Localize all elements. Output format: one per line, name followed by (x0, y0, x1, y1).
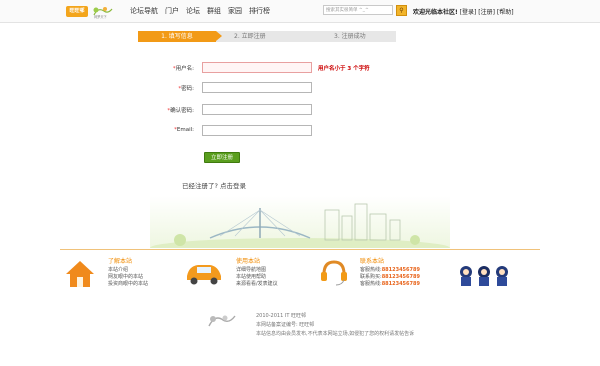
confirm-password-row: *确认密码: (0, 104, 600, 116)
password-row: *密码: (0, 82, 600, 94)
email-row: *Email: (0, 125, 600, 137)
step-fill-info: 1. 填写信息 (138, 31, 222, 42)
footer-about-link[interactable]: 投资商眼中的本站 (108, 281, 148, 288)
password-label: *密码: (178, 86, 194, 92)
footer-about-title: 了解本站 (108, 258, 133, 265)
copyright-line: 本网站备案证编号: 旺旺邨 (256, 322, 315, 328)
email-label: *Email: (174, 127, 194, 133)
nav-home[interactable]: 家园 (228, 6, 242, 16)
search-button[interactable]: ⚲ (396, 5, 407, 16)
confirm-password-label: *确认密码: (167, 108, 194, 114)
footer-contact: 联系本站 客服热线:88123456789 联系购买:88123456789 客… (360, 256, 420, 288)
main-nav: 论坛导航 门户 论坛 群组 家园 排行榜 (130, 6, 270, 16)
footer-about: 了解本站 本站介绍 网友眼中的本站 投资商眼中的本站 (108, 256, 148, 288)
nav-groups[interactable]: 群组 (207, 6, 221, 16)
register-link[interactable]: [注册] (478, 9, 495, 16)
car-icon (187, 265, 221, 285)
svg-text:网罗天下: 网罗天下 (94, 15, 108, 19)
search-icon: ⚲ (399, 7, 404, 14)
copyright-area: 2010-2011 IT 旺旺邨 本网站备案证编号: 旺旺邨 本站信息均由会员发… (0, 312, 600, 342)
page: 旺旺邨 网罗天下 论坛导航 门户 论坛 群组 家园 排行榜 搜索其实很简单 ^_… (0, 0, 600, 366)
logo-mascot-icon: 网罗天下 (93, 7, 113, 19)
footer-usage-link[interactable]: 详细导航地图 (236, 267, 278, 274)
nav-portal[interactable]: 门户 (165, 6, 179, 16)
copyright-line: 本站信息均由会员发布,不代表本网站立场,如侵犯了您的权利请发帖告诉 (256, 331, 415, 337)
username-label: *用户名: (172, 66, 194, 72)
search-input[interactable]: 搜索其实很简单 ^_^ (323, 5, 393, 15)
welcome-bar: 欢迎光临本社区! [登录] [注册] [帮助] (413, 7, 514, 16)
footer-contact-title: 联系本站 (360, 258, 385, 265)
site-logo[interactable]: 旺旺邨 (66, 6, 88, 17)
username-error-hint: 用户名小于 3 个字符 (318, 66, 370, 72)
city-bridge-illustration (150, 196, 450, 248)
nav-ranking[interactable]: 排行榜 (249, 6, 270, 16)
copyright-line: 2010-2011 IT 旺旺邨 (256, 313, 306, 319)
email-input[interactable] (202, 125, 312, 136)
register-submit-button[interactable]: 立即注册 (204, 152, 240, 163)
nav-forum[interactable]: 论坛 (186, 6, 200, 16)
footer-about-link[interactable]: 网友眼中的本站 (108, 274, 148, 281)
top-bar: 旺旺邨 网罗天下 论坛导航 门户 论坛 群组 家园 排行榜 搜索其实很简单 ^_… (0, 0, 600, 23)
step-success: 3. 注册成功 (334, 33, 366, 40)
police-mascots-icon (460, 266, 508, 286)
footer-usage-title: 使用本站 (236, 258, 261, 265)
footer-usage-link[interactable]: 来源看看/发表建议 (236, 281, 278, 288)
welcome-text: 欢迎光临本社区! (413, 9, 458, 16)
username-input[interactable] (202, 62, 312, 73)
login-link[interactable]: [登录] (460, 9, 477, 16)
footer-about-link[interactable]: 本站介绍 (108, 267, 148, 274)
footer-usage: 使用本站 详细导航地图 本站使用帮助 来源看看/发表建议 (236, 256, 278, 288)
already-registered-link[interactable]: 已经注册了? 点击登录 (182, 180, 246, 190)
password-input[interactable] (202, 82, 312, 93)
footer-usage-link[interactable]: 本站使用帮助 (236, 274, 278, 281)
footer-links: 了解本站 本站介绍 网友眼中的本站 投资商眼中的本站 使用本站 详细导航地图 本… (60, 249, 540, 302)
help-link[interactable]: [帮助] (497, 9, 514, 16)
username-row: *用户名: 用户名小于 3 个字符 (0, 62, 600, 74)
footer-contact-line: 客服热线:88123456789 (360, 267, 420, 273)
nav-forum-nav[interactable]: 论坛导航 (130, 6, 158, 16)
confirm-password-input[interactable] (202, 104, 312, 115)
headset-icon (321, 260, 347, 286)
footer-contact-line: 联系购买:88123456789 (360, 274, 420, 280)
house-icon (66, 261, 94, 287)
registration-steps: 1. 填写信息 2. 立即注册 3. 注册成功 (138, 31, 396, 42)
step-register: 2. 立即注册 (234, 33, 266, 40)
footer-logo-icon (208, 315, 236, 327)
copyright-text: 2010-2011 IT 旺旺邨 本网站备案证编号: 旺旺邨 本站信息均由会员发… (256, 312, 414, 339)
footer-contact-line: 客服热线:88123456789 (360, 281, 420, 287)
